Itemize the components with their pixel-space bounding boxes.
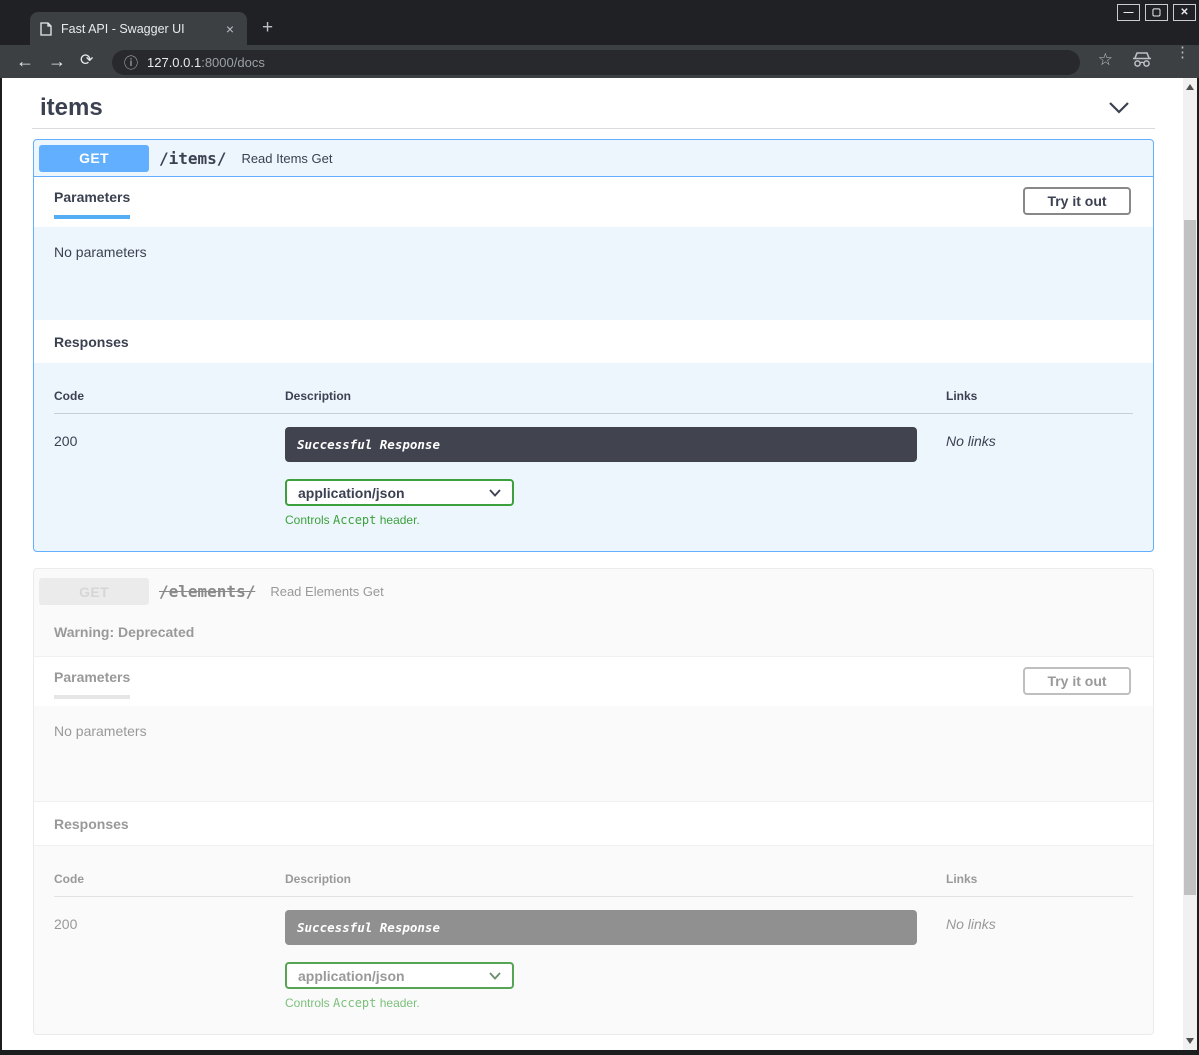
browser-menu-icon[interactable]: ⋮ [1175, 49, 1181, 57]
controls-accept-note: Controls Accept header. [285, 513, 946, 527]
media-type-value: application/json [298, 485, 405, 501]
incognito-icon [1131, 52, 1153, 68]
media-type-select[interactable]: application/json [285, 479, 514, 506]
browser-titlebar: Fast API - Swagger UI × + — ▢ ✕ [0, 0, 1199, 45]
select-chevron-icon [489, 972, 501, 980]
page-content: items GET /items/ Read Items Get Paramet… [2, 78, 1183, 1050]
response-code: 200 [54, 427, 285, 527]
try-it-out-button[interactable]: Try it out [1023, 187, 1131, 215]
endpoint-path: /elements/ [159, 582, 255, 601]
response-description-text: Successful Response [297, 437, 440, 452]
endpoint-summary[interactable]: GET /items/ Read Items Get [34, 140, 1153, 177]
tab-close-icon[interactable]: × [223, 21, 237, 37]
tab-parameters[interactable]: Parameters [54, 189, 130, 219]
scrollbar[interactable] [1183, 78, 1197, 1050]
response-description-text: Successful Response [297, 920, 440, 935]
select-chevron-icon [489, 489, 501, 497]
responses-header: Responses [34, 320, 1153, 363]
opblock-get-items: GET /items/ Read Items Get Parameters Tr… [33, 139, 1154, 552]
url-text: 127.0.0.1:8000/docs [147, 55, 265, 70]
response-description-cell: Successful Response application/json Con… [285, 910, 946, 1010]
section-title: items [40, 94, 103, 122]
endpoint-summary-text: Read Elements Get [270, 584, 383, 599]
endpoint-summary-text: Read Items Get [241, 151, 332, 166]
method-badge: GET [39, 578, 149, 605]
tab-parameters[interactable]: Parameters [54, 669, 130, 699]
method-badge: GET [39, 145, 149, 172]
response-row: 200 Successful Response application/json… [54, 897, 1133, 1010]
window-minimize-button[interactable]: — [1117, 4, 1140, 21]
endpoint-summary[interactable]: GET /elements/ Read Elements Get [34, 569, 1153, 611]
browser-tab[interactable]: Fast API - Swagger UI × [30, 12, 247, 45]
media-type-value: application/json [298, 968, 405, 984]
parameters-tabbar: Parameters Try it out [34, 656, 1153, 706]
response-links: No links [946, 910, 1133, 1010]
url-host: 127.0.0.1 [147, 55, 201, 70]
back-icon[interactable]: ← [16, 49, 34, 73]
column-header-description: Description [285, 389, 946, 403]
response-description-box: Successful Response [285, 910, 917, 945]
responses-table: Code Description Links 200 Successful Re… [34, 363, 1153, 551]
responses-table: Code Description Links 200 Successful Re… [34, 846, 1153, 1034]
no-parameters-text: No parameters [34, 227, 1153, 320]
site-info-icon[interactable]: ⓘ [124, 53, 138, 73]
scrollbar-down-arrow[interactable] [1186, 1038, 1194, 1044]
bookmark-star-icon[interactable]: ☆ [1098, 50, 1113, 70]
no-parameters-text: No parameters [34, 706, 1153, 801]
column-header-links: Links [946, 389, 1133, 403]
controls-accept-note: Controls Accept header. [285, 996, 946, 1010]
items-section-header[interactable]: items [2, 78, 1183, 124]
response-description-cell: Successful Response application/json Con… [285, 427, 946, 527]
response-code: 200 [54, 910, 285, 1010]
scrollbar-up-arrow[interactable] [1186, 84, 1194, 90]
page-icon [40, 22, 52, 36]
scrollbar-thumb[interactable] [1184, 220, 1196, 895]
column-header-code: Code [54, 389, 285, 403]
response-links: No links [946, 427, 1133, 527]
url-bar[interactable]: ⓘ 127.0.0.1:8000/docs [112, 50, 1080, 75]
deprecated-warning: Warning: Deprecated [34, 611, 1153, 656]
chevron-down-icon[interactable] [1107, 99, 1131, 117]
try-it-out-button[interactable]: Try it out [1023, 667, 1131, 695]
endpoint-path: /items/ [159, 149, 226, 168]
parameters-tabbar: Parameters Try it out [34, 177, 1153, 227]
tab-title: Fast API - Swagger UI [61, 22, 214, 36]
column-header-links: Links [946, 872, 1133, 886]
media-type-select[interactable]: application/json [285, 962, 514, 989]
opblock-get-elements-deprecated: GET /elements/ Read Elements Get Warning… [33, 568, 1154, 1035]
new-tab-button[interactable]: + [262, 18, 273, 37]
response-description-box: Successful Response [285, 427, 917, 462]
section-divider [32, 128, 1155, 129]
forward-icon[interactable]: → [48, 49, 66, 73]
url-path: :8000/docs [201, 55, 265, 70]
reload-icon[interactable]: ⟳ [80, 49, 93, 73]
response-row: 200 Successful Response application/json… [54, 414, 1133, 527]
column-header-code: Code [54, 872, 285, 886]
window-close-button[interactable]: ✕ [1173, 4, 1196, 21]
responses-header: Responses [34, 801, 1153, 846]
window-maximize-button[interactable]: ▢ [1145, 4, 1168, 21]
column-header-description: Description [285, 872, 946, 886]
